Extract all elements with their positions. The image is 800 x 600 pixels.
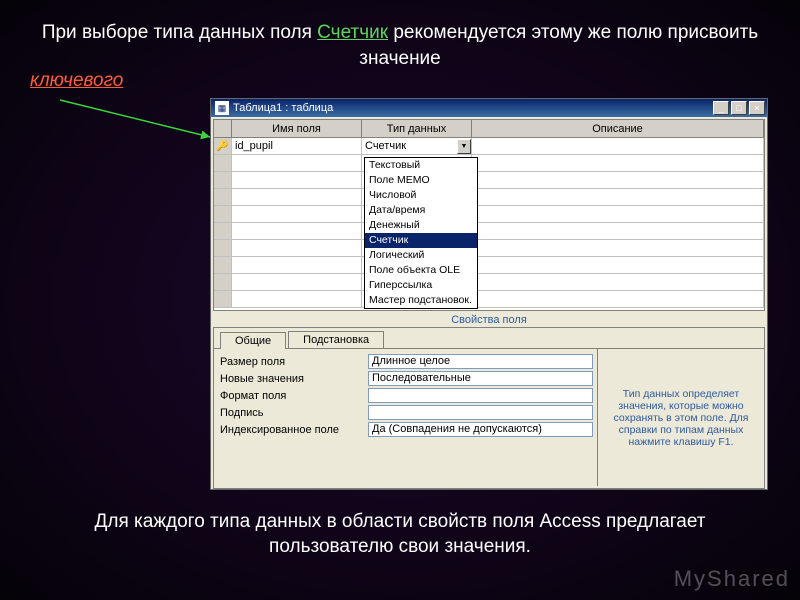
row-selector[interactable]: 🔑 xyxy=(214,138,232,154)
arrow-annotation xyxy=(55,95,225,145)
column-header-name[interactable]: Имя поля xyxy=(232,120,362,137)
table-row[interactable] xyxy=(214,240,764,257)
close-button[interactable]: × xyxy=(749,101,765,115)
row-selector[interactable] xyxy=(214,206,232,222)
property-row: Подпись xyxy=(218,404,593,421)
field-desc-cell[interactable] xyxy=(472,138,764,154)
table-row[interactable]: 🔑 id_pupil Счетчик ▼ xyxy=(214,138,764,155)
dropdown-item[interactable]: Счетчик xyxy=(365,233,477,248)
help-text-pane: Тип данных определяет значения, которые … xyxy=(597,349,764,486)
general-tab-pane: Размер поляДлинное целоеНовые значенияПо… xyxy=(214,348,764,486)
property-row: Индексированное полеДа (Совпадения не до… xyxy=(218,421,593,438)
primary-key-icon: 🔑 xyxy=(216,141,228,152)
property-label: Формат поля xyxy=(218,390,368,402)
dropdown-item[interactable]: Поле МЕМО xyxy=(365,173,477,188)
watermark: MyShared xyxy=(674,566,790,592)
property-value[interactable]: Да (Совпадения не допускаются) xyxy=(368,422,593,437)
table-row[interactable] xyxy=(214,206,764,223)
table-row[interactable] xyxy=(214,291,764,308)
table-row[interactable] xyxy=(214,223,764,240)
row-selector[interactable] xyxy=(214,189,232,205)
property-tabs: Общие Подстановка xyxy=(214,328,764,348)
property-value[interactable] xyxy=(368,388,593,403)
table-row[interactable] xyxy=(214,155,764,172)
field-design-grid: Имя поля Тип данных Описание 🔑 id_pupil … xyxy=(213,119,765,311)
dropdown-item[interactable]: Логический xyxy=(365,248,477,263)
property-label: Подпись xyxy=(218,407,368,419)
slide-footer-text: Для каждого типа данных в области свойст… xyxy=(0,509,800,560)
column-header-desc[interactable]: Описание xyxy=(472,120,764,137)
row-selector[interactable] xyxy=(214,240,232,256)
grid-header-row: Имя поля Тип данных Описание xyxy=(214,120,764,138)
table-row[interactable] xyxy=(214,274,764,291)
dropdown-item[interactable]: Текстовый xyxy=(365,158,477,173)
data-type-dropdown[interactable]: ТекстовыйПоле МЕМОЧисловойДата/времяДене… xyxy=(364,157,478,309)
field-name-cell[interactable]: id_pupil xyxy=(232,138,362,154)
properties-section-label: Свойства поля xyxy=(211,313,767,327)
table-row[interactable] xyxy=(214,257,764,274)
row-selector[interactable] xyxy=(214,223,232,239)
window-controls: _ □ × xyxy=(713,101,767,115)
tab-lookup[interactable]: Подстановка xyxy=(288,331,384,348)
heading-highlight: Счетчик xyxy=(317,22,388,43)
column-header-type[interactable]: Тип данных xyxy=(362,120,472,137)
dropdown-item[interactable]: Мастер подстановок. xyxy=(365,293,477,308)
dropdown-item[interactable]: Поле объекта OLE xyxy=(365,263,477,278)
property-table: Размер поляДлинное целоеНовые значенияПо… xyxy=(214,349,597,486)
heading-part-b: рекомендуется этому же полю присвоить зн… xyxy=(359,22,758,69)
property-row: Новые значенияПоследовательные xyxy=(218,370,593,387)
dropdown-item[interactable]: Денежный xyxy=(365,218,477,233)
property-label: Новые значения xyxy=(218,373,368,385)
row-selector[interactable] xyxy=(214,172,232,188)
heading-part-a: При выборе типа данных поля xyxy=(42,22,317,43)
dropdown-item[interactable]: Дата/время xyxy=(365,203,477,218)
key-word-label: ключевого xyxy=(30,70,123,92)
row-selector-header xyxy=(214,120,232,137)
property-row: Размер поляДлинное целое xyxy=(218,353,593,370)
type-dropdown-button[interactable]: ▼ xyxy=(457,139,471,154)
tab-general[interactable]: Общие xyxy=(220,332,286,349)
minimize-button[interactable]: _ xyxy=(713,101,729,115)
field-type-value: Счетчик xyxy=(365,138,406,155)
row-selector[interactable] xyxy=(214,155,232,171)
field-type-cell[interactable]: Счетчик ▼ xyxy=(362,138,472,154)
table-icon: ▦ xyxy=(215,101,229,115)
access-table-design-window: ▦ Таблица1 : таблица _ □ × Имя поля Тип … xyxy=(210,98,768,490)
window-titlebar: ▦ Таблица1 : таблица _ □ × xyxy=(211,99,767,117)
property-label: Размер поля xyxy=(218,356,368,368)
table-row[interactable] xyxy=(214,189,764,206)
row-selector[interactable] xyxy=(214,274,232,290)
window-title: Таблица1 : таблица xyxy=(233,99,333,117)
table-row[interactable] xyxy=(214,172,764,189)
slide-heading: При выборе типа данных поля Счетчик реко… xyxy=(0,0,800,71)
row-selector[interactable] xyxy=(214,291,232,307)
help-text: Тип данных определяет значения, которые … xyxy=(604,388,758,448)
property-value[interactable] xyxy=(368,405,593,420)
property-label: Индексированное поле xyxy=(218,424,368,436)
maximize-button[interactable]: □ xyxy=(731,101,747,115)
row-selector[interactable] xyxy=(214,257,232,273)
dropdown-item[interactable]: Гиперссылка xyxy=(365,278,477,293)
property-row: Формат поля xyxy=(218,387,593,404)
property-value[interactable]: Длинное целое xyxy=(368,354,593,369)
property-value[interactable]: Последовательные xyxy=(368,371,593,386)
dropdown-item[interactable]: Числовой xyxy=(365,188,477,203)
field-properties-area: Общие Подстановка Размер поляДлинное цел… xyxy=(213,327,765,489)
